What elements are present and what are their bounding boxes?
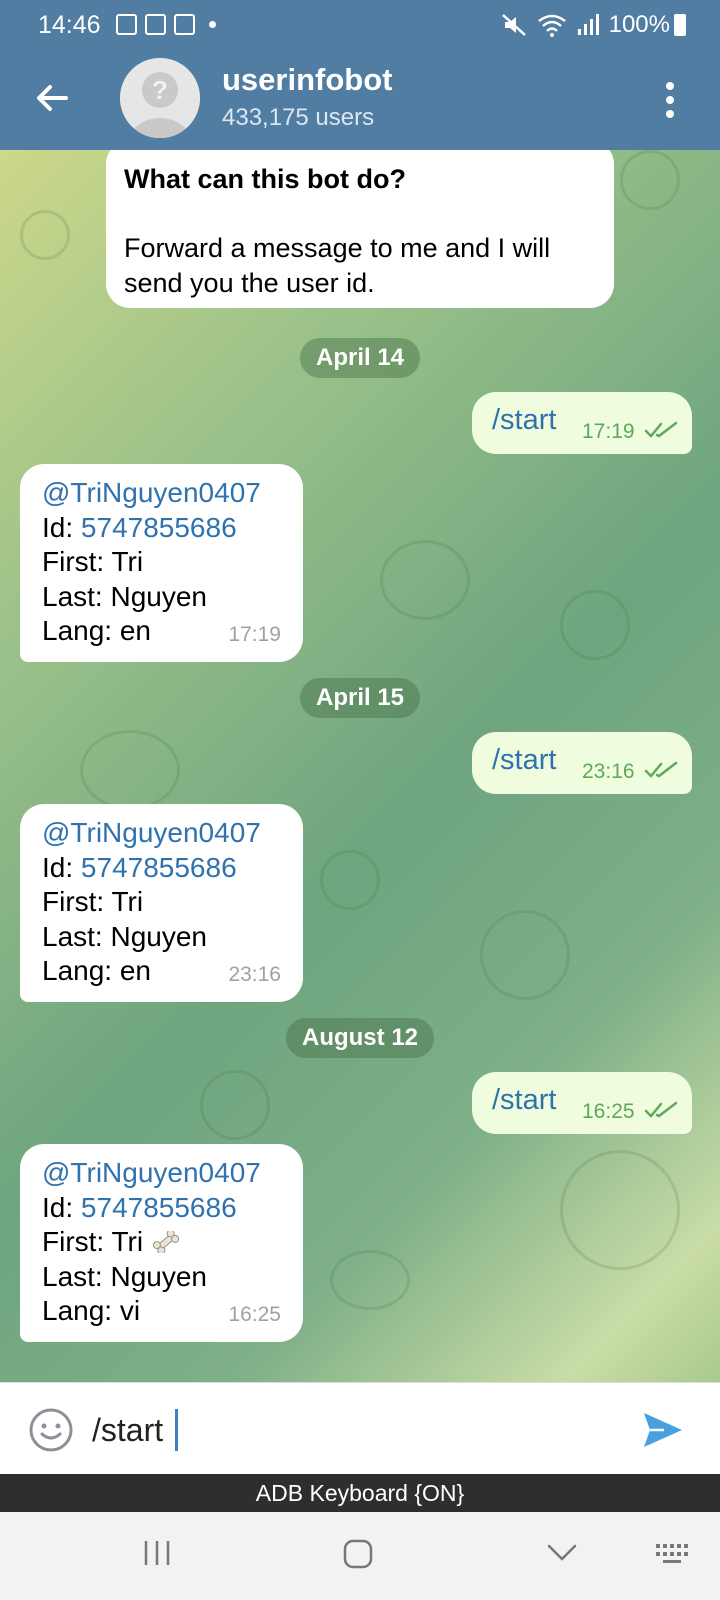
message-time: 17:19 — [228, 622, 281, 646]
image-icon — [174, 14, 195, 35]
last-name-line: Last: Nguyen — [42, 920, 207, 952]
background-doodle — [620, 150, 680, 210]
background-doodle — [320, 850, 380, 910]
status-time: 14:46 — [38, 11, 101, 39]
date-separator: April 15 — [299, 678, 421, 718]
double-check-icon — [644, 1101, 678, 1118]
background-doodle — [480, 910, 570, 1000]
svg-text:?: ? — [152, 75, 168, 105]
background-doodle — [380, 540, 470, 620]
user-id-line: Id: 5747855686 — [42, 851, 281, 886]
status-bar: 14:46 100% — [0, 0, 720, 52]
user-id-label: Id: — [42, 851, 81, 883]
outgoing-message[interactable]: /start 23:16 — [472, 732, 692, 794]
text-cursor — [175, 1409, 178, 1451]
user-id-line: Id: 5747855686 — [42, 511, 281, 546]
message-text[interactable]: /start — [492, 404, 556, 437]
chat-area[interactable]: What can this bot do? Forward a message … — [0, 150, 720, 1382]
last-name-line: Last: Nguyen — [42, 580, 207, 612]
user-id-label: Id: — [42, 511, 81, 543]
double-check-icon — [644, 761, 678, 778]
wifi-icon — [537, 14, 566, 37]
double-check-icon — [644, 421, 678, 438]
system-navigation-bar — [0, 1512, 720, 1600]
background-doodle — [330, 1250, 410, 1310]
first-name-line: First: Tri — [42, 1225, 281, 1260]
message-time: 17:19 — [582, 420, 635, 443]
avatar[interactable]: ? — [120, 58, 200, 138]
bot-description-text: Forward a message to me and I will send … — [124, 233, 551, 298]
outgoing-message[interactable]: /start 16:25 — [472, 1072, 692, 1134]
background-doodle — [80, 730, 180, 810]
chat-header: ? userinfobot 433,175 users — [0, 52, 720, 150]
emoji-icon[interactable] — [28, 1407, 74, 1453]
message-time: 23:16 — [228, 962, 281, 986]
user-id-link[interactable]: 5747855686 — [81, 1192, 237, 1223]
background-doodle — [560, 1150, 680, 1270]
message-input[interactable] — [92, 1405, 612, 1455]
battery-level: 100% — [608, 11, 670, 38]
more-options-icon[interactable] — [660, 80, 680, 120]
home-icon[interactable] — [342, 1538, 374, 1570]
bone-emoji-icon — [152, 1231, 180, 1253]
check-box-icon — [116, 14, 137, 35]
user-id-link[interactable]: 5747855686 — [81, 512, 237, 543]
chevron-down-icon[interactable] — [546, 1542, 578, 1564]
recent-apps-icon[interactable] — [142, 1538, 172, 1568]
message-time: 16:25 — [228, 1302, 281, 1326]
signal-icon — [577, 14, 599, 35]
default-user-avatar-icon: ? — [120, 58, 200, 138]
message-time: 16:25 — [582, 1100, 635, 1123]
incoming-message[interactable]: @TriNguyen0407 Id: 5747855686 First: Tri… — [20, 1144, 303, 1342]
first-name-line: First: Tri — [42, 546, 144, 577]
user-id-line: Id: 5747855686 — [42, 1191, 281, 1226]
background-doodle — [20, 210, 70, 260]
back-arrow-icon[interactable] — [30, 76, 74, 120]
last-name-line: Last: Nguyen — [42, 1260, 207, 1292]
first-name-text: First: Tri — [42, 1226, 144, 1257]
date-separator: April 14 — [299, 338, 421, 378]
background-doodle — [200, 1070, 270, 1140]
bot-description-bubble: What can this bot do? Forward a message … — [106, 150, 614, 308]
keyboard-status-banner: ADB Keyboard {ON} — [0, 1474, 720, 1512]
mute-icon — [501, 14, 526, 36]
incoming-message[interactable]: @TriNguyen0407 Id: 5747855686 First: Tri… — [20, 464, 303, 662]
battery-icon — [674, 14, 686, 36]
calendar-icon — [145, 14, 166, 35]
chat-title[interactable]: userinfobot — [222, 62, 393, 98]
message-input-bar — [0, 1382, 720, 1474]
username-link[interactable]: @TriNguyen0407 — [42, 476, 281, 511]
send-icon[interactable] — [642, 1409, 684, 1451]
user-id-label: Id: — [42, 1191, 81, 1223]
outgoing-message[interactable]: /start 17:19 — [472, 392, 692, 454]
date-separator: August 12 — [285, 1018, 435, 1058]
notification-dot-icon — [209, 21, 216, 28]
username-link[interactable]: @TriNguyen0407 — [42, 1156, 281, 1191]
message-text[interactable]: /start — [492, 1084, 556, 1117]
bot-description-title: What can this bot do? — [124, 164, 406, 194]
user-id-link[interactable]: 5747855686 — [81, 852, 237, 883]
message-time: 23:16 — [582, 760, 635, 783]
first-name-line: First: Tri — [42, 886, 144, 917]
message-text[interactable]: /start — [492, 744, 556, 777]
keyboard-icon[interactable] — [654, 1542, 690, 1566]
chat-subtitle: 433,175 users — [222, 104, 375, 131]
incoming-message[interactable]: @TriNguyen0407 Id: 5747855686 First: Tri… — [20, 804, 303, 1002]
background-doodle — [560, 590, 630, 660]
username-link[interactable]: @TriNguyen0407 — [42, 816, 281, 851]
